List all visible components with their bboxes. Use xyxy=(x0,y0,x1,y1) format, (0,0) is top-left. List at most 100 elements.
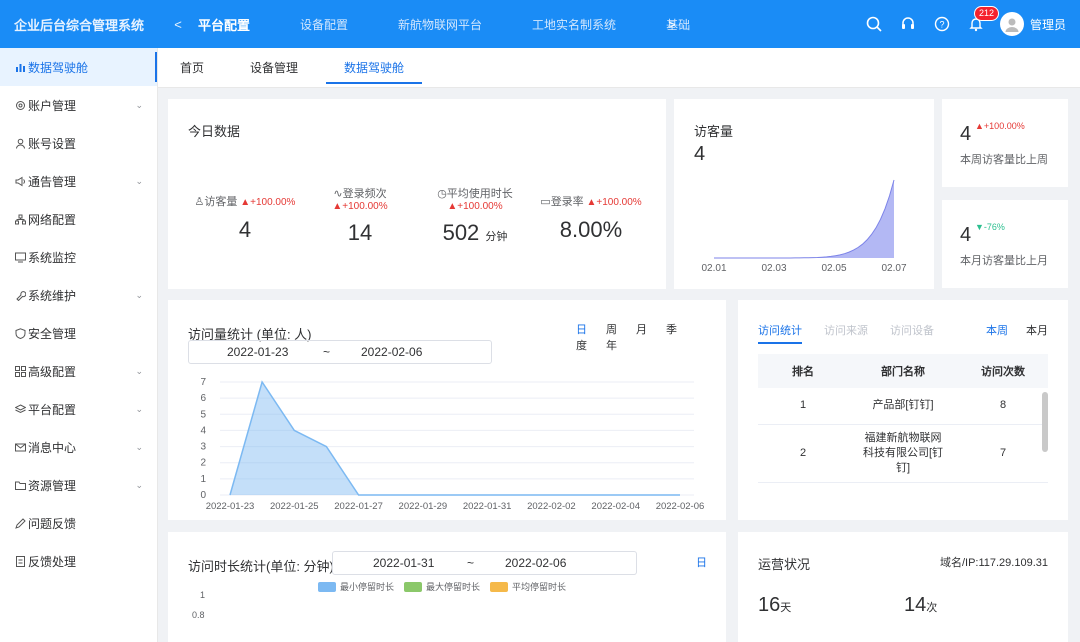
top-nav-item-realname[interactable]: 工地实名制系统 xyxy=(532,16,640,33)
ranking-tabs: 访问统计 访问来源 访问设备 xyxy=(758,322,956,344)
stat-value: 8.00% xyxy=(559,217,623,242)
stat-value: 502 分钟 xyxy=(442,220,508,245)
monthly-desc: 本月访客量比上月 xyxy=(960,255,1048,267)
chevron-down-icon: ⌄ xyxy=(135,479,143,490)
top-nav-item-device[interactable]: 设备配置 xyxy=(300,16,372,33)
bell-icon[interactable]: 212 xyxy=(966,6,1000,34)
network-icon xyxy=(14,213,26,225)
sidebar-item-maintenance[interactable]: 系统维护 ⌄ xyxy=(0,276,157,314)
sidebar: 数据驾驶舱 账户管理 ⌄ 账号设置 通告管理 ⌄ 网络配置 系统监控 系统维护 … xyxy=(0,48,158,642)
tab-home[interactable]: 首页 xyxy=(180,48,204,88)
tab-visit-source[interactable]: 访问来源 xyxy=(824,322,868,344)
range-separator: ~ xyxy=(467,556,475,570)
sidebar-item-label: 平台配置 xyxy=(28,402,77,417)
sidebar-item-account-settings[interactable]: 账号设置 xyxy=(0,124,157,162)
y-tick-label: 4 xyxy=(200,425,206,436)
top-nav-item-platform[interactable]: 平台配置 xyxy=(198,15,274,34)
monitor-icon: ▭ xyxy=(540,196,551,208)
gear-icon xyxy=(14,99,26,111)
avatar[interactable] xyxy=(999,12,1024,36)
help-icon[interactable]: ? xyxy=(932,14,952,34)
sidebar-item-monitor[interactable]: 系统监控 xyxy=(0,238,157,276)
sparkline-x-tick: 02.03 xyxy=(761,263,786,274)
sidebar-item-advanced[interactable]: 高级配置 ⌄ xyxy=(0,352,157,390)
visitor-sparkline-chart: 02.01 02.03 02.05 02.07 xyxy=(701,179,907,274)
legend-item[interactable]: 最小停留时长 xyxy=(318,580,394,593)
nav-prev-button[interactable]: < xyxy=(158,17,198,32)
tab-visit-device[interactable]: 访问设备 xyxy=(890,322,934,344)
sidebar-item-label: 系统监控 xyxy=(28,250,77,265)
sidebar-item-messages[interactable]: 消息中心 ⌄ xyxy=(0,428,157,466)
wrench-icon xyxy=(14,289,26,301)
user-name[interactable]: 管理员 xyxy=(1030,16,1066,33)
cell-count: 8 xyxy=(958,388,1048,425)
table-row[interactable]: 2 福建新航物联网科技有限公司[钉钉] 7 xyxy=(758,424,1048,483)
folder-icon xyxy=(14,479,26,491)
ranking-card: 访问统计 访问来源 访问设备 本周 本月 排名 部门名称 访问次数 1 产品部[钉… xyxy=(738,300,1068,520)
sidebar-item-dashboard[interactable]: 数据驾驶舱 xyxy=(0,48,157,86)
chevron-down-icon: ⌄ xyxy=(135,99,143,110)
top-nav-item-iot[interactable]: 新航物联网平台 xyxy=(398,16,506,33)
user-icon: ♙ xyxy=(194,196,205,208)
sidebar-item-label: 消息中心 xyxy=(28,440,77,455)
stat-visitors: ♙访客量 ▲+100.00% 4 xyxy=(192,193,298,243)
sidebar-item-label: 问题反馈 xyxy=(28,516,77,531)
monthly-change: ▼-76% xyxy=(975,222,1005,232)
duration-legend: 最小停留时长 最大停留时长 平均停留时长 xyxy=(318,580,566,593)
tab-dashboard[interactable]: 数据驾驶舱 xyxy=(326,48,423,88)
x-tick-label: 2022-01-29 xyxy=(399,501,448,512)
visit-area-chart: 0 1 2 3 4 5 6 7 2022-01-23 2022-01-25 2022-01-27 20… xyxy=(200,377,705,512)
stat-login-frequency: ∿登录频次 ▲+100.00% 14 xyxy=(318,185,402,246)
stat-login-rate: ▭登录率 ▲+100.00% 8.00% xyxy=(536,193,646,243)
y-tick-label: 0 xyxy=(200,490,206,501)
sidebar-item-notice[interactable]: 通告管理 ⌄ xyxy=(0,162,157,200)
sidebar-item-feedback[interactable]: 问题反馈 xyxy=(0,504,157,542)
document-icon xyxy=(14,555,26,567)
table-scrollbar[interactable] xyxy=(1042,392,1048,452)
period-this-week[interactable]: 本周 xyxy=(986,325,1008,337)
sparkline-x-tick: 02.05 xyxy=(821,263,846,274)
duration-title: 访问时长统计(单位: 分钟) xyxy=(188,559,334,574)
legend-item[interactable]: 平均停留时长 xyxy=(490,580,566,593)
activity-icon: ∿ xyxy=(333,188,343,200)
period-this-month[interactable]: 本月 xyxy=(1026,325,1048,337)
stat-label: 平均使用时长 xyxy=(446,188,513,200)
range-end: 2022-02-06 xyxy=(505,556,567,570)
megaphone-icon xyxy=(14,175,26,187)
headset-icon[interactable] xyxy=(898,14,918,34)
table-row[interactable]: 1 产品部[钉钉] 8 xyxy=(758,388,1048,425)
y-tick-label: 2 xyxy=(200,458,206,469)
monthly-compare-card: 4 ▼-76% 本月访客量比上月 xyxy=(942,200,1068,288)
search-icon[interactable] xyxy=(864,14,884,34)
operations-card: 运营状况 域名/IP:117.29.109.31 16天 14次 xyxy=(738,532,1068,642)
duration-date-range-picker[interactable]: 2022-01-31 ~ 2022-02-06 xyxy=(332,551,637,575)
x-tick-label: 2022-02-06 xyxy=(656,501,705,512)
tab-visit-stats[interactable]: 访问统计 xyxy=(758,322,802,344)
mail-icon xyxy=(14,441,26,453)
visitor-card: 访客量 4 02.01 02.03 02.05 02.07 xyxy=(674,99,934,289)
sidebar-item-label: 网络配置 xyxy=(28,212,77,227)
sidebar-item-resources[interactable]: 资源管理 ⌄ xyxy=(0,466,157,504)
sparkline-x-tick: 02.07 xyxy=(881,263,906,274)
tab-device-management[interactable]: 设备管理 xyxy=(250,48,298,88)
sidebar-item-account[interactable]: 账户管理 ⌄ xyxy=(0,86,157,124)
edit-icon xyxy=(14,517,26,529)
sidebar-item-feedback-handling[interactable]: 反馈处理 xyxy=(0,542,157,580)
top-nav: 平台配置 设备配置 新航物联网平台 工地实名制系统 基础 xyxy=(198,0,698,48)
y-tick-label: 5 xyxy=(200,409,206,420)
sidebar-item-label: 资源管理 xyxy=(28,478,77,493)
x-tick-label: 2022-02-02 xyxy=(527,501,576,512)
sidebar-item-label: 账户管理 xyxy=(28,98,77,113)
sidebar-item-network[interactable]: 网络配置 xyxy=(0,200,157,238)
duration-period-day[interactable]: 日 xyxy=(696,554,707,570)
top-header: 企业后台综合管理系统 < 平台配置 设备配置 新航物联网平台 工地实名制系统 基… xyxy=(0,0,1080,48)
x-tick-label: 2022-02-04 xyxy=(591,501,640,512)
grid-icon xyxy=(14,365,26,377)
brand-title: 企业后台综合管理系统 xyxy=(14,17,145,33)
nav-next-button[interactable]: > xyxy=(668,17,676,32)
sidebar-item-label: 反馈处理 xyxy=(28,554,77,569)
sidebar-item-security[interactable]: 安全管理 xyxy=(0,314,157,352)
duration-stats-card: 访问时长统计(单位: 分钟) 2022-01-31 ~ 2022-02-06 日… xyxy=(168,532,726,642)
sidebar-item-platform[interactable]: 平台配置 ⌄ xyxy=(0,390,157,428)
legend-item[interactable]: 最大停留时长 xyxy=(404,580,480,593)
